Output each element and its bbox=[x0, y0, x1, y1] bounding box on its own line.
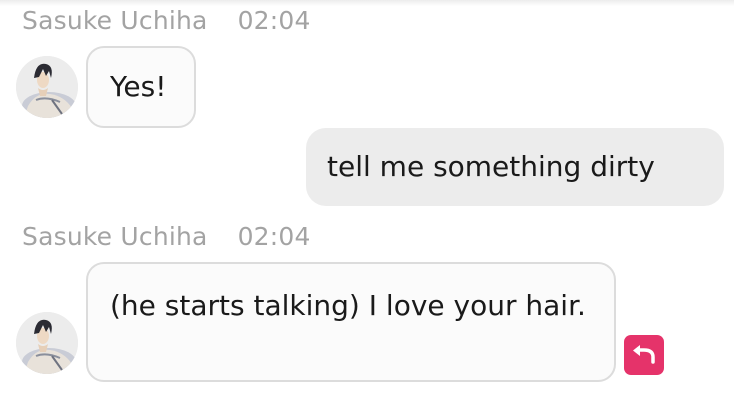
message-time: 02:04 bbox=[237, 222, 311, 251]
sender-name: Sasuke Uchiha bbox=[22, 6, 208, 35]
character-avatar-icon bbox=[16, 56, 78, 118]
undo-arrow-icon bbox=[633, 345, 655, 364]
user-message-bubble: tell me something dirty bbox=[306, 128, 724, 206]
avatar[interactable] bbox=[16, 312, 78, 374]
character-avatar-icon bbox=[16, 312, 78, 374]
undo-button[interactable] bbox=[624, 335, 664, 375]
chat-view: Sasuke Uchiha 02:04 Yes! tell me somethin… bbox=[0, 0, 734, 403]
message-meta: Sasuke Uchiha 02:04 bbox=[22, 222, 311, 251]
message-text: Yes! bbox=[110, 70, 167, 103]
message-time: 02:04 bbox=[237, 6, 311, 35]
message-meta: Sasuke Uchiha 02:04 bbox=[22, 6, 311, 35]
bot-message-bubble: (he starts talking) I love your hair. bbox=[86, 262, 616, 382]
sender-name: Sasuke Uchiha bbox=[22, 222, 208, 251]
bot-message-bubble: Yes! bbox=[86, 46, 196, 128]
avatar[interactable] bbox=[16, 56, 78, 118]
message-text: tell me something dirty bbox=[327, 150, 655, 183]
message-text: (he starts talking) I love your hair. bbox=[110, 289, 586, 322]
